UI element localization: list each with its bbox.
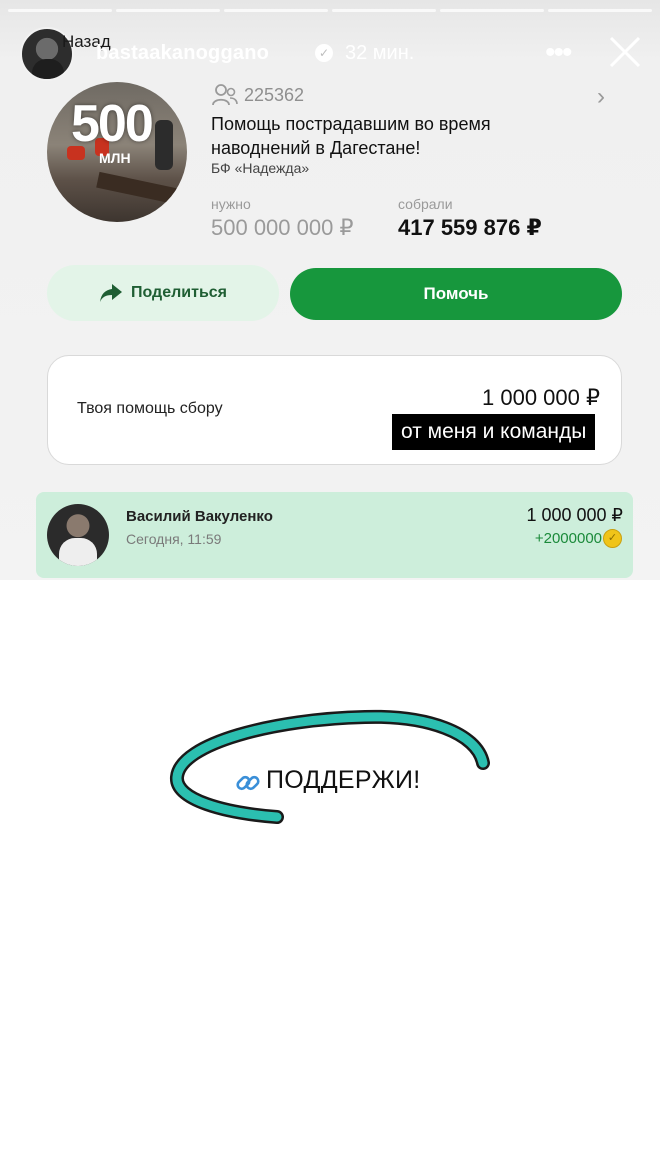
coin-icon: ✓ <box>603 529 622 548</box>
donor-time: Сегодня, 11:59 <box>126 531 222 547</box>
raised-value: 417 559 876 ₽ <box>398 215 542 240</box>
goal-value: 500 000 000 ₽ <box>211 215 354 240</box>
fundraiser-image-unit: МЛН <box>99 150 131 166</box>
supporters-count: 225362 <box>244 85 305 105</box>
help-button[interactable]: Помочь <box>290 268 622 320</box>
story-progress-segment <box>224 9 328 12</box>
contribution-label: Твоя помощь сбору <box>77 400 223 417</box>
caption-sticker: от меня и команды <box>392 414 596 450</box>
contribution-amount: 1 000 000 ₽ <box>482 385 600 410</box>
more-dots-icon[interactable]: ••• <box>545 38 572 68</box>
close-icon[interactable] <box>605 32 645 72</box>
donor-amount: 1 000 000 ₽ <box>526 505 623 525</box>
story-progress-segment <box>548 9 652 12</box>
story-progress-segment <box>116 9 220 12</box>
link-icon[interactable] <box>234 770 262 796</box>
fundraiser-image-number: 500 <box>71 95 154 153</box>
story-progress-segment <box>332 9 436 12</box>
people-icon <box>212 84 238 106</box>
story-progress-segment <box>8 9 112 12</box>
story-progress-bar <box>8 9 652 12</box>
avatar <box>47 504 109 566</box>
goal-label: нужно <box>211 196 251 212</box>
share-arrow-icon <box>99 284 122 302</box>
chevron-right-icon[interactable]: › <box>597 85 605 109</box>
donor-bonus: +2000000 <box>534 530 602 547</box>
share-button[interactable]: Поделиться <box>47 265 279 321</box>
story-time: 32 мин. <box>345 42 415 64</box>
fundraiser-title[interactable]: Помощь пострадавшим во время наводнений … <box>211 112 531 160</box>
donor-name: Василий Вакуленко <box>126 508 273 525</box>
verified-badge-icon: ✓ <box>315 44 333 62</box>
fundraiser-organization: БФ «Надежда» <box>211 160 310 176</box>
support-link-text[interactable]: ПОДДЕРЖИ! <box>266 766 421 795</box>
fundraiser-image: 500 МЛН <box>47 82 187 222</box>
raised-label: собрали <box>398 196 453 212</box>
share-button-label: Поделиться <box>130 284 228 301</box>
story-username[interactable]: bastaakanoggano <box>96 42 269 65</box>
story-progress-segment <box>440 9 544 12</box>
